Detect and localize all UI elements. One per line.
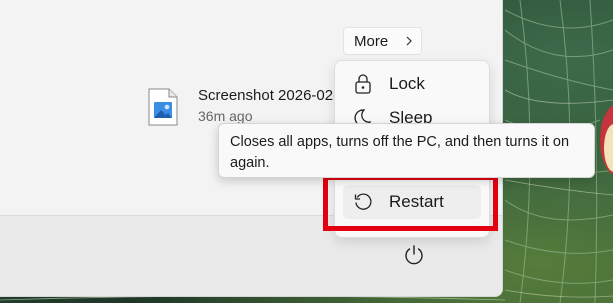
restart-tooltip-text: Closes all apps, turns off the PC, and t… bbox=[230, 134, 570, 171]
recent-file-time: 36m ago bbox=[198, 108, 253, 124]
power-menu-lock[interactable]: Lock bbox=[343, 67, 481, 101]
restart-tooltip: Closes all apps, turns off the PC, and t… bbox=[218, 123, 595, 178]
image-file-icon bbox=[148, 88, 178, 126]
apple-decoration bbox=[596, 100, 613, 180]
more-button-label: More bbox=[354, 32, 389, 50]
restart-highlight-box bbox=[323, 175, 498, 231]
power-button[interactable] bbox=[400, 241, 428, 269]
more-button[interactable]: More bbox=[343, 27, 422, 55]
lock-icon bbox=[353, 74, 373, 94]
chevron-right-icon bbox=[406, 36, 413, 46]
power-icon bbox=[405, 245, 423, 265]
power-menu-lock-label: Lock bbox=[389, 74, 425, 93]
recent-file-name: Screenshot 2026-02- bbox=[198, 87, 338, 104]
